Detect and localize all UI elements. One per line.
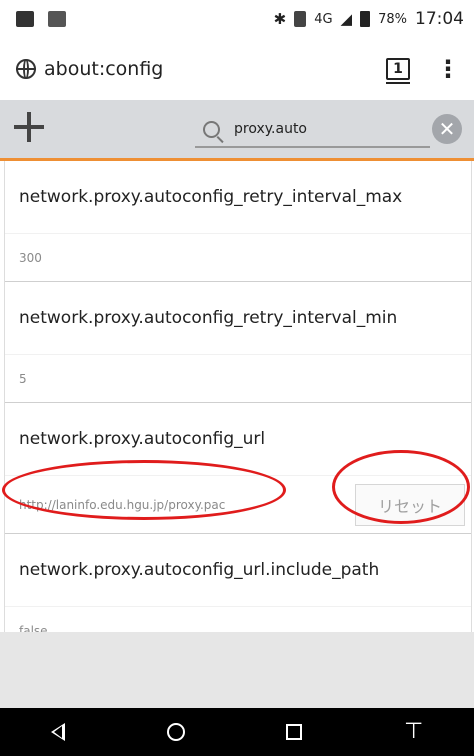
- bluetooth-icon: ✱: [273, 10, 287, 28]
- url-text[interactable]: about:config: [44, 58, 163, 80]
- search-box[interactable]: [195, 112, 430, 148]
- battery-icon: [360, 11, 371, 27]
- search-input[interactable]: [234, 121, 394, 137]
- pref-name[interactable]: network.proxy.autoconfig_retry_interval_…: [5, 161, 471, 233]
- back-icon[interactable]: [50, 723, 65, 741]
- nfc-icon: [294, 11, 307, 27]
- battery-percent: 78%: [378, 11, 407, 27]
- pref-value: 300: [5, 233, 471, 281]
- clear-icon[interactable]: ✕: [432, 114, 462, 144]
- pref-item[interactable]: network.proxy.autoconfig_retry_interval_…: [5, 161, 471, 282]
- tabs-button[interactable]: 1: [386, 58, 410, 84]
- signal-icon: ◢: [340, 10, 353, 28]
- config-toolbar: ✕: [0, 100, 474, 160]
- add-pref-button[interactable]: [14, 112, 44, 142]
- network-type: 4G: [314, 11, 333, 27]
- menu-button[interactable]: ⋮: [436, 57, 460, 81]
- empty-area: [0, 632, 474, 708]
- pref-name[interactable]: network.proxy.autoconfig_retry_interval_…: [5, 282, 471, 354]
- pref-item[interactable]: network.proxy.autoconfig_retry_interval_…: [5, 282, 471, 403]
- recents-icon[interactable]: [286, 724, 303, 740]
- pref-name[interactable]: network.proxy.autoconfig_url.include_pat…: [5, 534, 471, 606]
- annotation-ellipse-reset: [332, 450, 470, 524]
- home-icon[interactable]: [166, 723, 185, 741]
- nav-bar: ⊤: [0, 708, 474, 756]
- hide-nav-icon[interactable]: ⊤: [404, 721, 423, 743]
- url-bar[interactable]: about:config 1 ⋮: [0, 38, 474, 100]
- search-icon: [203, 120, 220, 138]
- annotation-ellipse-url: [2, 460, 286, 520]
- clock: 17:04: [415, 9, 464, 29]
- pref-value: 5: [5, 354, 471, 402]
- status-bar: ✱ 4G ◢ 78% 17:04: [0, 0, 474, 38]
- globe-icon: [16, 59, 36, 79]
- cast-icon: [48, 11, 66, 27]
- pref-list: network.proxy.autoconfig_retry_interval_…: [4, 161, 472, 655]
- gallery-icon: [16, 11, 34, 27]
